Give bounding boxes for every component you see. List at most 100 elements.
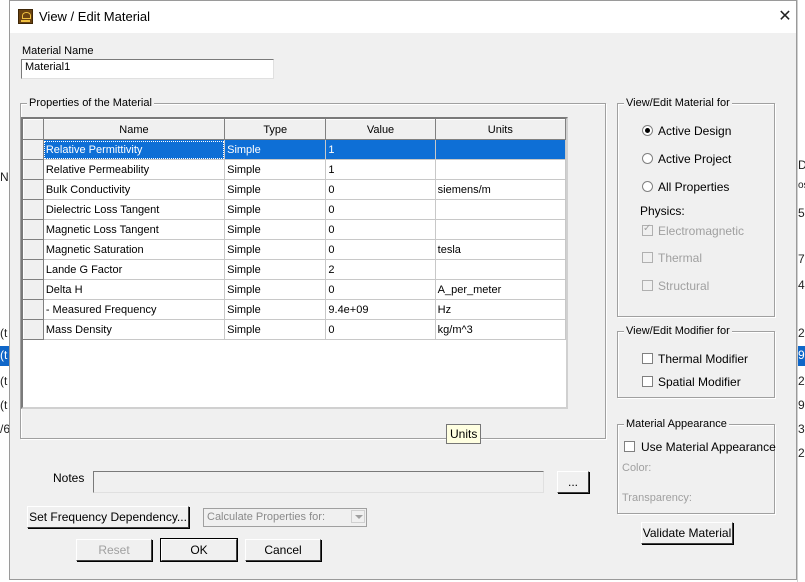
cell-type[interactable]: Simple <box>224 319 327 340</box>
cell-value[interactable]: 0 <box>325 199 436 220</box>
cell-name[interactable]: Magnetic Loss Tangent <box>43 219 226 240</box>
spatial-modifier-checkbox[interactable] <box>642 376 653 387</box>
bg-fragment: 2 <box>798 374 805 388</box>
close-icon[interactable]: ✕ <box>774 6 796 28</box>
bg-fragment: 9 <box>798 398 805 412</box>
bg-fragment: 3 <box>798 422 805 436</box>
all-properties-radio[interactable] <box>642 181 653 192</box>
column-header-value[interactable]: Value <box>325 119 436 140</box>
thermal-modifier-label[interactable]: Thermal Modifier <box>658 352 748 366</box>
cell-value[interactable]: 0 <box>325 239 436 260</box>
validate-material-button[interactable]: Validate Material <box>641 522 733 544</box>
bg-fragment: os <box>798 180 805 191</box>
cell-value[interactable]: 0 <box>325 219 436 240</box>
table-row[interactable]: Magnetic Loss Tangent Simple 0 <box>23 219 566 240</box>
cell-name[interactable]: Mass Density <box>43 319 226 340</box>
cell-type[interactable]: Simple <box>224 179 327 200</box>
row-selector[interactable] <box>23 179 44 200</box>
row-selector[interactable] <box>23 259 44 280</box>
cell-name[interactable]: Magnetic Saturation <box>43 239 226 260</box>
cell-name[interactable]: Relative Permeability <box>43 159 226 180</box>
active-project-label[interactable]: Active Project <box>658 152 731 166</box>
set-frequency-dependency-button[interactable]: Set Frequency Dependency... <box>27 506 189 528</box>
cell-name[interactable]: Delta H <box>43 279 226 300</box>
cell-units[interactable] <box>435 259 566 280</box>
cell-value[interactable]: 9.4e+09 <box>325 299 436 320</box>
table-row[interactable]: Bulk Conductivity Simple 0 siemens/m <box>23 179 566 200</box>
all-properties-label[interactable]: All Properties <box>658 180 729 194</box>
row-selector[interactable] <box>23 299 44 320</box>
calculate-properties-dropdown[interactable]: Calculate Properties for: <box>203 508 367 527</box>
row-selector[interactable] <box>23 279 44 300</box>
row-selector[interactable] <box>23 139 44 160</box>
cell-type[interactable]: Simple <box>224 159 327 180</box>
cell-type[interactable]: Simple <box>224 279 327 300</box>
table-row[interactable]: Relative Permeability Simple 1 <box>23 159 566 180</box>
active-project-radio[interactable] <box>642 153 653 164</box>
cell-units[interactable]: kg/m^3 <box>435 319 566 340</box>
cell-value[interactable]: 2 <box>325 259 436 280</box>
cell-units[interactable] <box>435 219 566 240</box>
cell-name[interactable]: Relative Permittivity <box>43 139 226 160</box>
notes-browse-button[interactable]: ... <box>557 471 589 493</box>
thermal-modifier-checkbox[interactable] <box>642 353 653 364</box>
notes-input[interactable] <box>93 471 544 493</box>
cell-type[interactable]: Simple <box>224 219 327 240</box>
thermal-checkbox[interactable] <box>642 252 653 263</box>
row-selector[interactable] <box>23 319 44 340</box>
cell-type[interactable]: Simple <box>224 139 327 160</box>
cell-type[interactable]: Simple <box>224 299 327 320</box>
row-selector[interactable] <box>23 159 44 180</box>
cancel-button[interactable]: Cancel <box>245 539 321 561</box>
cell-type[interactable]: Simple <box>224 199 327 220</box>
cell-name[interactable]: Dielectric Loss Tangent <box>43 199 226 220</box>
active-design-radio[interactable] <box>642 125 653 136</box>
cell-units[interactable] <box>435 199 566 220</box>
spatial-modifier-label[interactable]: Spatial Modifier <box>658 375 741 389</box>
table-row[interactable]: Lande G Factor Simple 2 <box>23 259 566 280</box>
cell-type[interactable]: Simple <box>224 259 327 280</box>
cell-name[interactable]: Lande G Factor <box>43 259 226 280</box>
cell-units[interactable] <box>435 159 566 180</box>
cell-name[interactable]: Bulk Conductivity <box>43 179 226 200</box>
structural-checkbox[interactable] <box>642 280 653 291</box>
table-row[interactable]: Mass Density Simple 0 kg/m^3 <box>23 319 566 340</box>
cell-type[interactable]: Simple <box>224 239 327 260</box>
column-header-units[interactable]: Units <box>434 119 566 140</box>
use-material-appearance-checkbox[interactable] <box>624 441 635 452</box>
material-name-input[interactable]: Material1 <box>21 59 274 79</box>
table-row[interactable]: Magnetic Saturation Simple 0 tesla <box>23 239 566 260</box>
electromagnetic-label: Electromagnetic <box>658 224 745 238</box>
cell-units[interactable]: A_per_meter <box>435 279 566 300</box>
use-material-appearance-label[interactable]: Use Material Appearance <box>641 440 776 454</box>
cell-units[interactable] <box>435 139 566 160</box>
row-header-corner <box>23 119 44 140</box>
bg-fragment: D <box>798 158 805 172</box>
electromagnetic-checkbox[interactable] <box>642 223 653 236</box>
cell-value[interactable]: 0 <box>325 319 436 340</box>
color-label: Color: <box>622 462 652 474</box>
table-row[interactable]: Relative Permittivity Simple 1 <box>23 139 566 160</box>
column-header-type[interactable]: Type <box>224 119 327 140</box>
title-bar[interactable]: View / Edit Material ✕ <box>10 1 796 33</box>
units-tooltip: Units <box>446 424 482 444</box>
cell-value[interactable]: 0 <box>325 279 436 300</box>
table-row[interactable]: - Measured Frequency Simple 9.4e+09 Hz <box>23 299 566 320</box>
active-design-label[interactable]: Active Design <box>658 124 731 138</box>
cell-value[interactable]: 1 <box>325 159 436 180</box>
row-selector[interactable] <box>23 199 44 220</box>
column-header-name[interactable]: Name <box>42 119 226 140</box>
cell-name[interactable]: - Measured Frequency <box>43 299 226 320</box>
cell-units[interactable]: tesla <box>435 239 566 260</box>
table-row[interactable]: Delta H Simple 0 A_per_meter <box>23 279 566 300</box>
table-row[interactable]: Dielectric Loss Tangent Simple 0 <box>23 199 566 220</box>
reset-button[interactable]: Reset <box>76 539 152 561</box>
row-selector[interactable] <box>23 219 44 240</box>
cell-units[interactable]: siemens/m <box>435 179 566 200</box>
properties-table[interactable]: Name Type Value Units Relative Permittiv… <box>21 117 568 409</box>
cell-value[interactable]: 1 <box>325 139 436 160</box>
cell-value[interactable]: 0 <box>325 179 436 200</box>
cell-units[interactable]: Hz <box>435 299 566 320</box>
ok-button[interactable]: OK <box>160 538 238 562</box>
row-selector[interactable] <box>23 239 44 260</box>
